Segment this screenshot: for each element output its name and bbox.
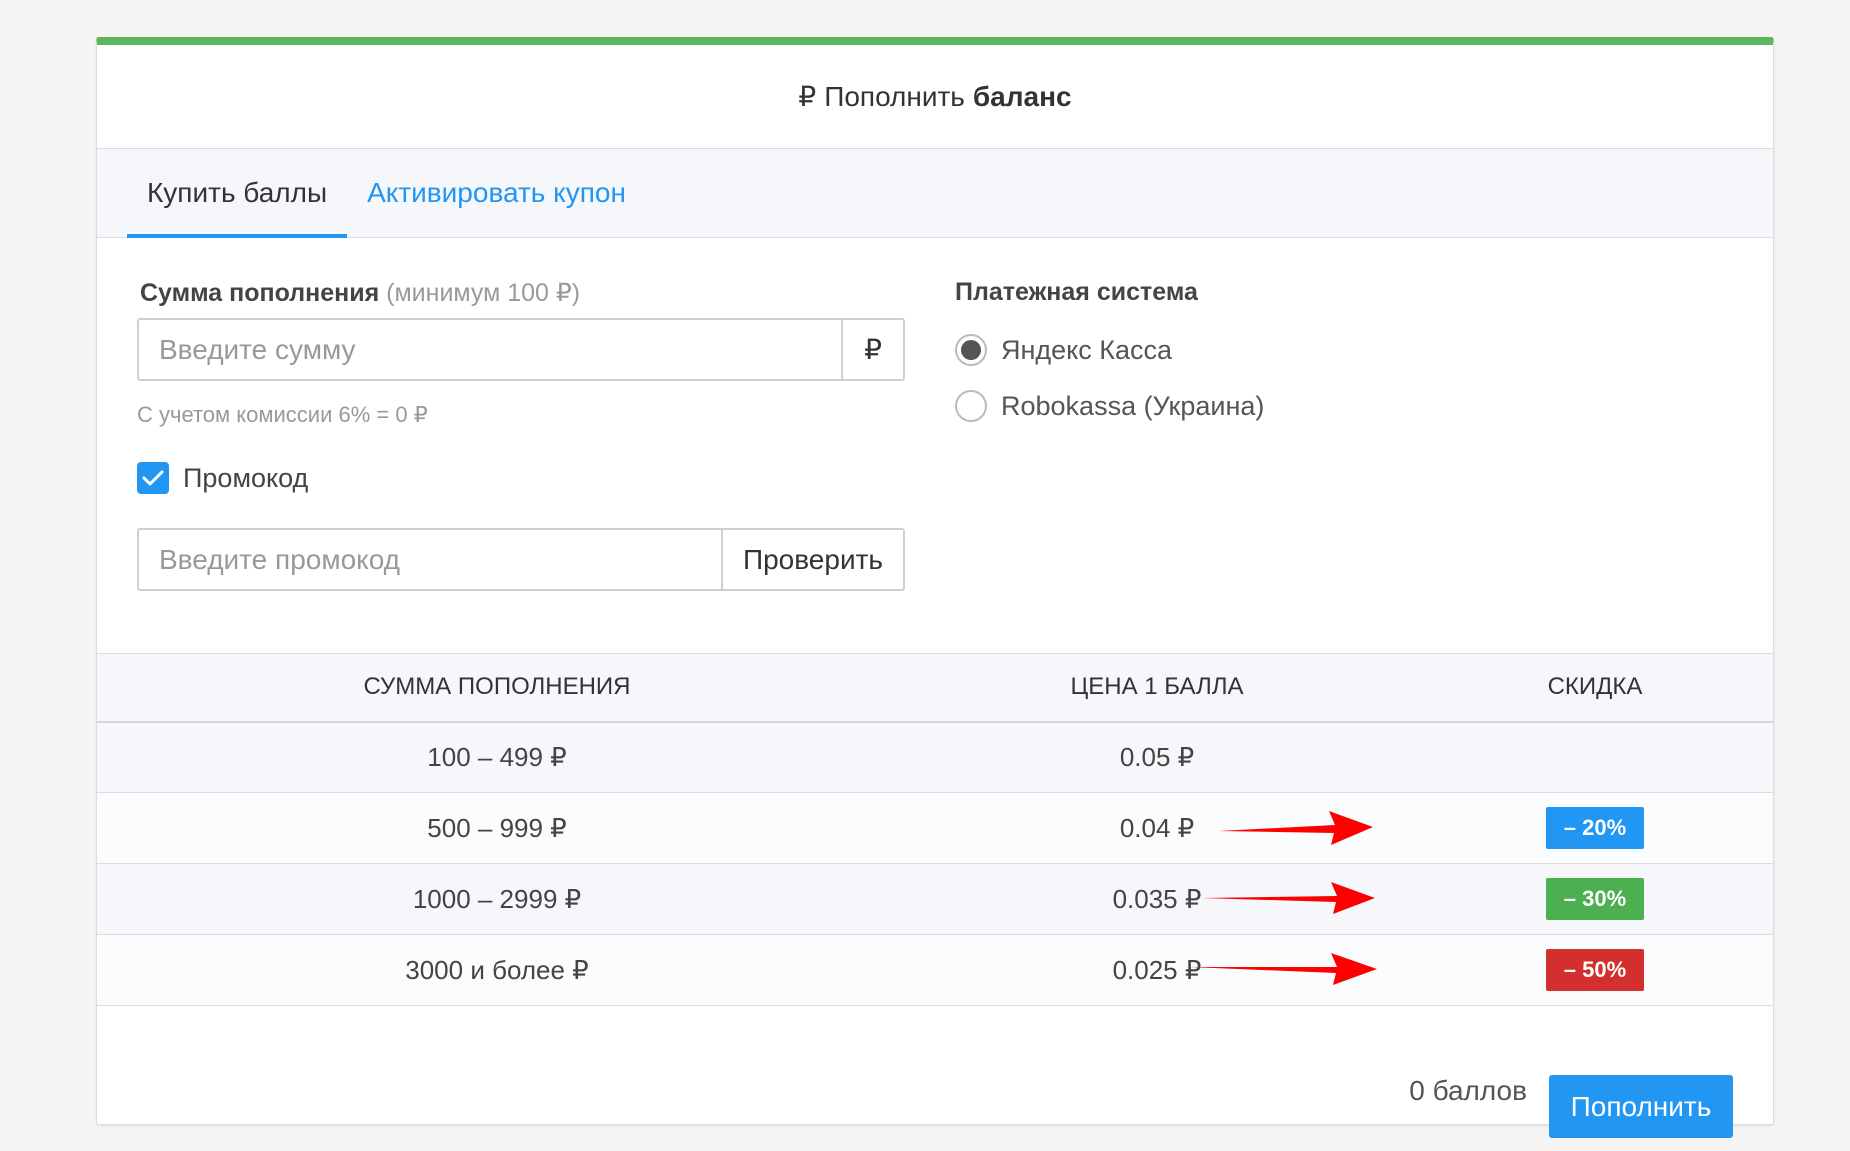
payment-option-label: Яндекс Касса	[1001, 334, 1173, 365]
card-header: ₽ Пополнить баланс	[97, 45, 1773, 149]
table-row: 3000 и более ₽ 0.025 ₽ – 50%	[97, 934, 1773, 1006]
currency-addon: ₽	[841, 320, 903, 379]
red-arrow-icon	[1219, 811, 1373, 845]
cell-discount: – 30%	[1201, 863, 1773, 935]
promo-checkbox-row[interactable]: Промокод	[137, 462, 308, 494]
radio-yandex[interactable]	[955, 334, 987, 366]
table-header-row: СУММА ПОПОЛНЕНИЯ ЦЕНА 1 БАЛЛА СКИДКА	[97, 653, 1773, 723]
payment-option-yandex[interactable]: Яндекс Касса	[955, 334, 1172, 366]
card-footer: 0 баллов	[97, 1045, 1773, 1133]
header-title: Пополнить	[824, 80, 965, 112]
header-title-bold: баланс	[972, 80, 1072, 112]
col-header-price: ЦЕНА 1 БАЛЛА	[897, 653, 1417, 723]
check-icon	[142, 470, 164, 486]
discount-badge: – 50%	[1545, 949, 1645, 991]
col-header-discount: СКИДКА	[1417, 653, 1773, 723]
col-header-amount: СУММА ПОПОЛНЕНИЯ	[97, 653, 897, 723]
payment-option-robokassa[interactable]: Robokassa (Украина)	[955, 390, 1264, 422]
topup-card: ₽ Пополнить баланс Купить баллы Активиро…	[96, 37, 1774, 1138]
radio-robokassa[interactable]	[955, 390, 987, 422]
discount-badge: – 20%	[1545, 807, 1645, 849]
points-total: 0 баллов	[1409, 1075, 1527, 1106]
ruble-icon: ₽	[798, 81, 817, 112]
promo-checkbox-label: Промокод	[183, 462, 309, 493]
cell-price: 0.05 ₽	[897, 721, 1417, 793]
cell-range: 100 – 499 ₽	[97, 721, 897, 793]
cell-discount	[1417, 721, 1773, 793]
discount-badge: – 30%	[1545, 878, 1645, 920]
table-row: 1000 – 2999 ₽ 0.035 ₽ – 30%	[97, 863, 1773, 935]
commission-hint: С учетом комиссии 6% = 0 ₽	[137, 402, 428, 427]
check-promo-button[interactable]: Проверить	[720, 530, 903, 589]
tab-buy-points[interactable]: Купить баллы	[127, 148, 348, 238]
table-row: 500 – 999 ₽ 0.04 ₽ – 20%	[97, 792, 1773, 864]
cell-discount: – 50%	[1189, 934, 1773, 1006]
payment-label: Платежная система	[955, 278, 1198, 306]
table-row: 100 – 499 ₽ 0.05 ₽	[97, 721, 1773, 793]
amount-input-group: ₽	[137, 318, 905, 381]
cell-discount: – 20%	[1219, 792, 1773, 864]
payment-option-label: Robokassa (Украина)	[1001, 390, 1265, 421]
tabs-bar: Купить баллы Активировать купон	[97, 149, 1773, 238]
pricing-table: СУММА ПОПОЛНЕНИЯ ЦЕНА 1 БАЛЛА СКИДКА 100…	[97, 653, 1773, 1006]
amount-input[interactable]	[139, 320, 841, 379]
red-arrow-icon	[1189, 953, 1377, 985]
cell-range: 1000 – 2999 ₽	[97, 863, 897, 935]
amount-label-text: Сумма пополнения	[140, 279, 380, 307]
cell-range: 3000 и более ₽	[97, 934, 897, 1006]
cell-range: 500 – 999 ₽	[97, 792, 897, 864]
tab-activate-coupon[interactable]: Активировать купон	[347, 148, 646, 237]
red-arrow-icon	[1201, 882, 1375, 914]
topup-submit-button[interactable]: Пополнить	[1549, 1075, 1733, 1138]
promo-input[interactable]	[139, 530, 721, 589]
amount-label: Сумма пополнения (минимум 100 ₽)	[140, 278, 580, 308]
promo-input-group: Проверить	[137, 528, 905, 591]
amount-label-note: (минимум 100 ₽)	[386, 279, 581, 307]
promo-checkbox[interactable]	[137, 462, 169, 494]
form-area: Сумма пополнения (минимум 100 ₽) ₽ С уче…	[97, 238, 1773, 648]
